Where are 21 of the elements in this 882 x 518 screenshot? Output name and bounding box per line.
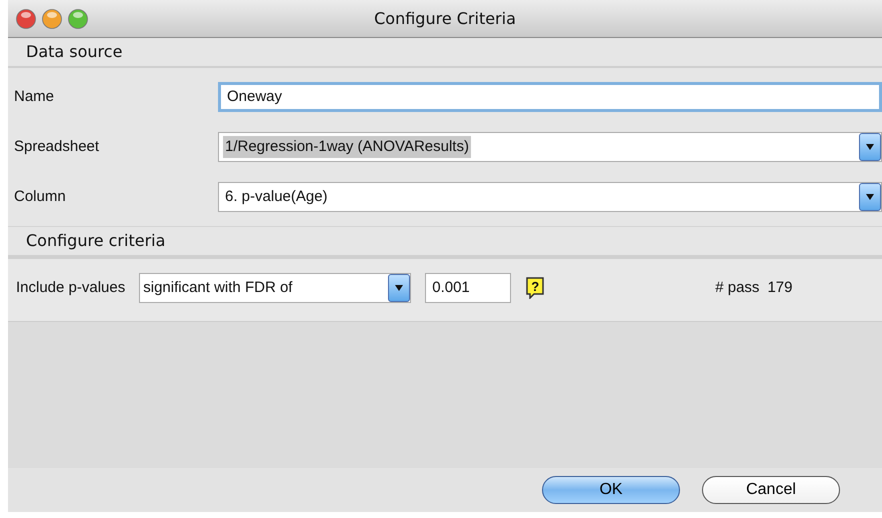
text-field[interactable]: Oneway xyxy=(218,82,882,112)
cancel-button[interactable]: Cancel xyxy=(702,476,840,504)
dropdown[interactable]: significant with FDR of xyxy=(139,273,412,303)
ok-button[interactable]: OK xyxy=(542,476,680,504)
selected-text: 1/Regression-1way (ANOVAResults) xyxy=(223,136,471,158)
help-button[interactable]: ? xyxy=(525,277,546,299)
zoom-button[interactable] xyxy=(68,8,88,28)
field-label: Spreadsheet xyxy=(14,138,100,155)
field-label: Name xyxy=(14,88,54,105)
criteria-label: Include p-values xyxy=(16,278,126,298)
dropdown[interactable]: 1/Regression-1way (ANOVAResults) xyxy=(218,132,882,162)
threshold-field[interactable]: 0.001 xyxy=(425,273,512,303)
field-label: Column xyxy=(14,188,66,205)
close-button[interactable] xyxy=(16,8,36,28)
pass-label: # pass xyxy=(715,278,760,298)
minimize-button[interactable] xyxy=(42,8,62,28)
pass-count: 179 xyxy=(767,278,792,298)
window-title: Configure Criteria xyxy=(374,8,516,30)
section-heading: Configure criteria xyxy=(26,231,166,250)
dropdown[interactable]: 6. p-value(Age) xyxy=(218,182,882,212)
section-heading: Data source xyxy=(26,42,122,61)
